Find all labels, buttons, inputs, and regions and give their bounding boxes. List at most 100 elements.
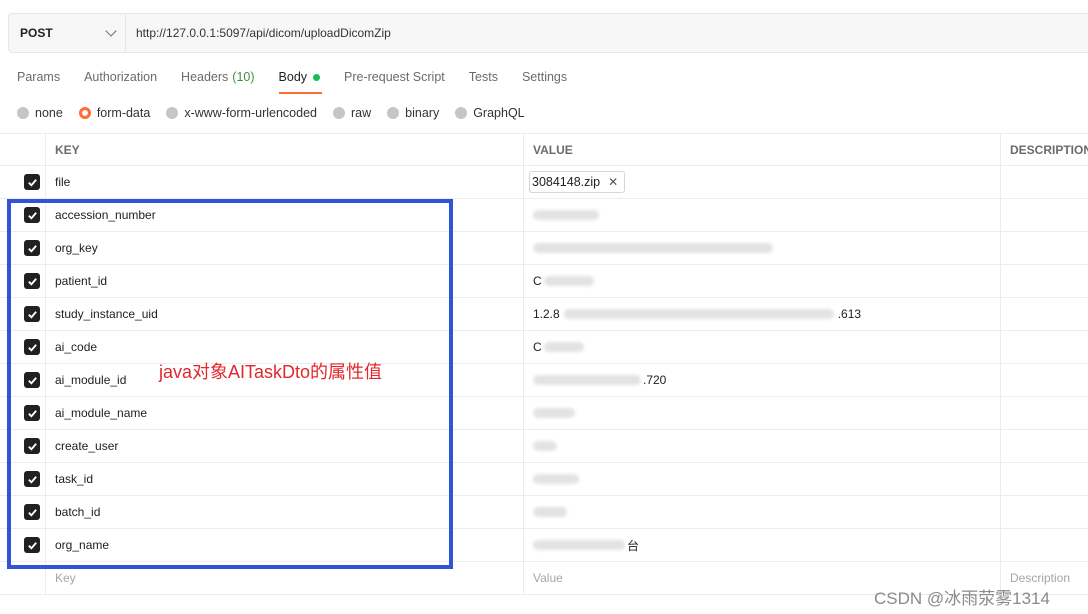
row-description[interactable] (1001, 397, 1088, 429)
row-check-cell (0, 364, 46, 396)
table-row: study_instance_uid 1.2.8 .613 (0, 298, 1088, 331)
row-key[interactable]: org_key (46, 232, 524, 264)
row-description[interactable] (1001, 298, 1088, 330)
tab-tests[interactable]: Tests (469, 66, 498, 88)
value-suffix: .720 (643, 373, 667, 387)
radio-label: raw (351, 106, 372, 120)
row-value[interactable] (524, 397, 1001, 429)
row-checkbox[interactable] (24, 504, 40, 520)
row-checkbox[interactable] (24, 405, 40, 421)
tab-authorization[interactable]: Authorization (84, 66, 157, 88)
row-value[interactable]: .720 (524, 364, 1001, 396)
row-value[interactable] (524, 430, 1001, 462)
radio-checked-icon (78, 107, 91, 119)
radio-icon (333, 107, 345, 119)
checkmark-icon (27, 178, 37, 187)
row-description[interactable] (1001, 331, 1088, 363)
table-row: task_id (0, 463, 1088, 496)
header-description: DESCRIPTION (1010, 142, 1088, 157)
tab-pre-request-script[interactable]: Pre-request Script (344, 66, 445, 88)
row-description[interactable] (1001, 199, 1088, 231)
row-check-cell (0, 298, 46, 330)
redacted-value (543, 276, 594, 286)
radio-x-www-form-urlencoded[interactable]: x-www-form-urlencoded (166, 104, 317, 122)
request-tabs: Params Authorization Headers (10) Body Pr… (17, 66, 591, 94)
key-placeholder[interactable]: Key (46, 562, 524, 594)
row-key[interactable]: ai_module_name (46, 397, 524, 429)
row-key[interactable]: create_user (46, 430, 524, 462)
body-type-selector: none form-data x-www-form-urlencoded raw… (17, 104, 541, 122)
row-value[interactable]: 台 (524, 529, 1001, 561)
method-select[interactable]: POST (9, 14, 126, 52)
radio-graphql[interactable]: GraphQL (455, 104, 525, 122)
row-value[interactable]: C (524, 331, 1001, 363)
radio-icon (17, 107, 29, 119)
row-value[interactable]: C (524, 265, 1001, 297)
tab-settings[interactable]: Settings (522, 66, 567, 88)
row-value[interactable]: 3084148.zip ✕ (524, 166, 1001, 198)
file-name: 3084148.zip (532, 175, 601, 189)
row-key[interactable]: patient_id (46, 265, 524, 297)
request-bar: POST (8, 13, 1088, 53)
file-chip[interactable]: 3084148.zip ✕ (529, 171, 626, 193)
tab-body[interactable]: Body (278, 66, 322, 94)
checkmark-icon (27, 277, 37, 286)
row-description[interactable] (1001, 463, 1088, 495)
row-checkbox[interactable] (24, 174, 40, 190)
row-description[interactable] (1001, 166, 1088, 198)
radio-label: binary (405, 106, 440, 120)
row-checkbox[interactable] (24, 339, 40, 355)
row-value[interactable] (524, 496, 1001, 528)
row-description[interactable] (1001, 430, 1088, 462)
radio-label: x-www-form-urlencoded (184, 106, 317, 120)
row-description[interactable] (1001, 265, 1088, 297)
row-checkbox[interactable] (24, 372, 40, 388)
row-checkbox[interactable] (24, 273, 40, 289)
row-key[interactable]: accession_number (46, 199, 524, 231)
row-description[interactable] (1001, 529, 1088, 561)
row-value[interactable] (524, 463, 1001, 495)
radio-binary[interactable]: binary (387, 104, 439, 122)
tab-label: Body (278, 70, 308, 84)
row-description[interactable] (1001, 496, 1088, 528)
row-description[interactable] (1001, 364, 1088, 396)
tab-label: Settings (521, 70, 568, 84)
row-checkbox[interactable] (24, 306, 40, 322)
table-row: org_key (0, 232, 1088, 265)
checkmark-icon (27, 310, 37, 319)
redacted-value (533, 441, 557, 451)
row-checkbox[interactable] (24, 207, 40, 223)
row-check-cell (0, 496, 46, 528)
radio-raw[interactable]: raw (333, 104, 371, 122)
table-row: batch_id (0, 496, 1088, 529)
row-value[interactable] (524, 199, 1001, 231)
table-row: accession_number (0, 199, 1088, 232)
value-text: 1.2.8 (533, 307, 560, 321)
row-key[interactable]: file (46, 166, 524, 198)
tab-params[interactable]: Params (17, 66, 60, 88)
header-check-cell (0, 134, 46, 165)
row-checkbox[interactable] (24, 438, 40, 454)
row-value[interactable]: 1.2.8 .613 (524, 298, 1001, 330)
annotation-text: java对象AITaskDto的属性值 (159, 362, 383, 382)
row-key[interactable]: org_name (46, 529, 524, 561)
row-key[interactable]: study_instance_uid (46, 298, 524, 330)
close-icon[interactable]: ✕ (608, 175, 618, 189)
row-key[interactable]: task_id (46, 463, 524, 495)
row-checkbox[interactable] (24, 471, 40, 487)
url-input[interactable] (126, 14, 1088, 52)
row-checkbox[interactable] (24, 240, 40, 256)
row-value[interactable] (524, 232, 1001, 264)
tab-label: Pre-request Script (344, 70, 445, 84)
row-check-cell (0, 397, 46, 429)
radio-none[interactable]: none (17, 104, 63, 122)
tab-label: Params (17, 70, 61, 84)
row-key[interactable]: batch_id (46, 496, 524, 528)
tab-headers[interactable]: Headers (10) (181, 66, 254, 88)
table-row: patient_id C (0, 265, 1088, 298)
row-description[interactable] (1001, 232, 1088, 264)
redacted-value (533, 507, 567, 517)
row-checkbox[interactable] (24, 537, 40, 553)
row-check-cell (0, 199, 46, 231)
radio-form-data[interactable]: form-data (78, 104, 150, 122)
